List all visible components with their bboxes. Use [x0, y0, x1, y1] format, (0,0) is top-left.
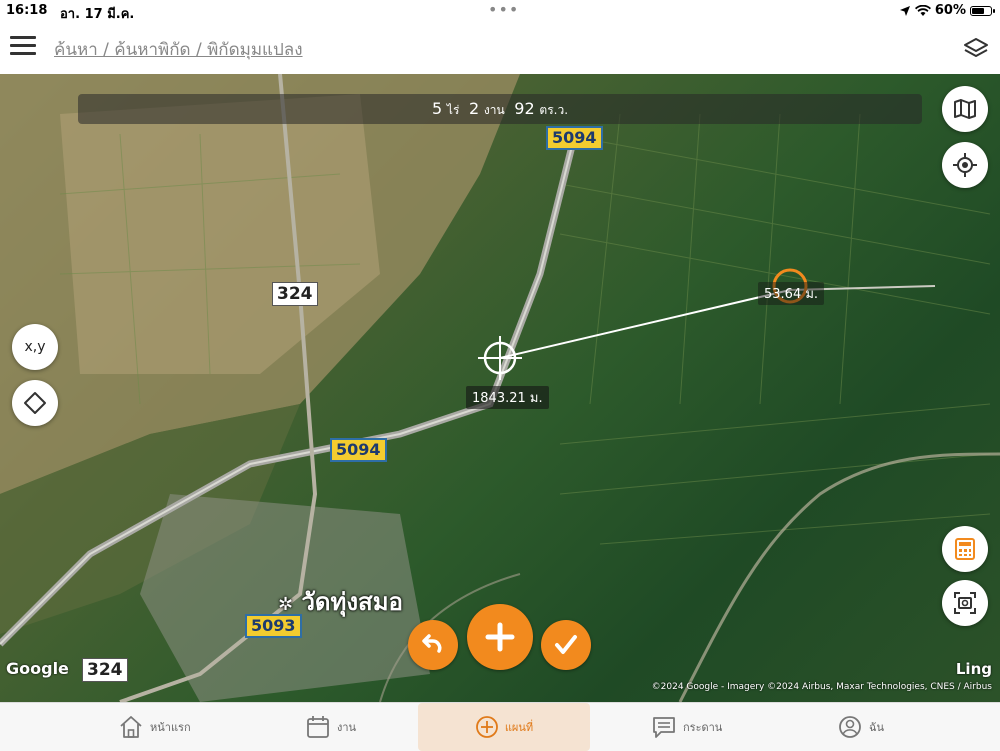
undo-icon — [422, 634, 442, 653]
battery-icon — [970, 5, 995, 16]
status-bar: 16:18 อา. 17 มี.ค. ••• 60% — [0, 0, 1000, 22]
distance-total-label: 1843.21 ม. — [466, 386, 549, 409]
user-icon — [839, 716, 861, 738]
tab-me[interactable]: ฉัน — [837, 703, 884, 751]
home-icon — [120, 716, 142, 738]
area-rai-unit: ไร่ — [446, 103, 460, 117]
calendar-icon — [307, 716, 329, 738]
route-marker-324-bottom: 324 — [82, 658, 128, 682]
tab-tasks-label: งาน — [337, 721, 357, 734]
distance-segment-label: 53.64 ม. — [758, 282, 825, 305]
tab-bar: หน้าแรก งาน แผนที่ กระดาน ฉัน — [0, 702, 1000, 751]
calculator-icon — [955, 538, 975, 560]
menu-icon[interactable] — [10, 36, 36, 58]
map-view[interactable]: 5 ไร่ 2 งาน 92 ตร.ว. 5094 5094 5093 324 … — [0, 74, 1000, 702]
map-icon — [954, 99, 976, 119]
plus-circle-icon — [475, 716, 498, 738]
tab-map[interactable]: แผนที่ — [418, 703, 590, 751]
tab-board[interactable]: กระดาน — [651, 703, 722, 751]
confirm-button[interactable] — [541, 620, 591, 670]
camera-scan-icon — [954, 592, 976, 614]
area-wa-unit: ตร.ว. — [539, 103, 569, 117]
xy-coordinate-button[interactable]: x,y — [12, 324, 58, 370]
place-label: ✲ วัดทุ่งสมอ — [278, 582, 403, 621]
diamond-direction-icon — [24, 392, 46, 414]
temple-icon: ✲ — [278, 594, 294, 615]
tab-board-label: กระดาน — [683, 721, 723, 734]
my-location-button[interactable] — [942, 142, 988, 188]
calculator-button[interactable] — [942, 526, 988, 572]
place-name: วัดทุ่งสมอ — [301, 588, 403, 616]
breadcrumb[interactable]: ค้นหา / ค้นหาพิกัด / พิกัดมุมแปลง — [54, 36, 303, 63]
multitask-dots-icon[interactable]: ••• — [488, 0, 519, 19]
area-ngan: 2 — [468, 99, 480, 118]
battery-percent: 60% — [934, 3, 966, 18]
capture-button[interactable] — [942, 580, 988, 626]
direction-button[interactable] — [12, 380, 58, 426]
tab-me-label: ฉัน — [869, 721, 885, 734]
area-wa: 92 — [514, 99, 535, 118]
area-display: 5 ไร่ 2 งาน 92 ตร.ว. — [78, 94, 922, 124]
tab-map-label: แผนที่ — [504, 721, 534, 734]
gps-target-icon — [953, 153, 977, 177]
route-shield-5094-mid: 5094 — [330, 438, 387, 462]
app-bar: ค้นหา / ค้นหาพิกัด / พิกัดมุมแปลง — [0, 22, 1000, 74]
plus-icon — [485, 622, 515, 652]
ling-label: Ling — [955, 660, 992, 678]
status-time: 16:18 — [6, 3, 48, 18]
add-point-button[interactable] — [467, 604, 533, 670]
area-ngan-unit: งาน — [483, 103, 505, 117]
undo-button[interactable] — [408, 620, 458, 670]
check-icon — [555, 635, 577, 654]
location-arrow-icon — [899, 5, 910, 16]
map-type-button[interactable] — [942, 86, 988, 132]
layers-icon[interactable] — [962, 34, 990, 62]
map-copyright: ©2024 Google - Imagery ©2024 Airbus, Max… — [651, 682, 992, 692]
tab-home-label: หน้าแรก — [150, 721, 191, 734]
status-date: อา. 17 มี.ค. — [60, 7, 135, 22]
status-right: 60% — [899, 3, 995, 18]
wifi-icon — [914, 4, 931, 16]
route-marker-324-top: 324 — [272, 282, 318, 306]
tab-home[interactable]: หน้าแรก — [118, 703, 191, 751]
board-icon — [653, 717, 675, 738]
route-shield-5094-top: 5094 — [546, 126, 603, 150]
area-rai: 5 — [431, 99, 443, 118]
tab-tasks[interactable]: งาน — [305, 703, 356, 751]
xy-label: x,y — [24, 339, 46, 355]
google-logo: Google — [6, 659, 69, 678]
